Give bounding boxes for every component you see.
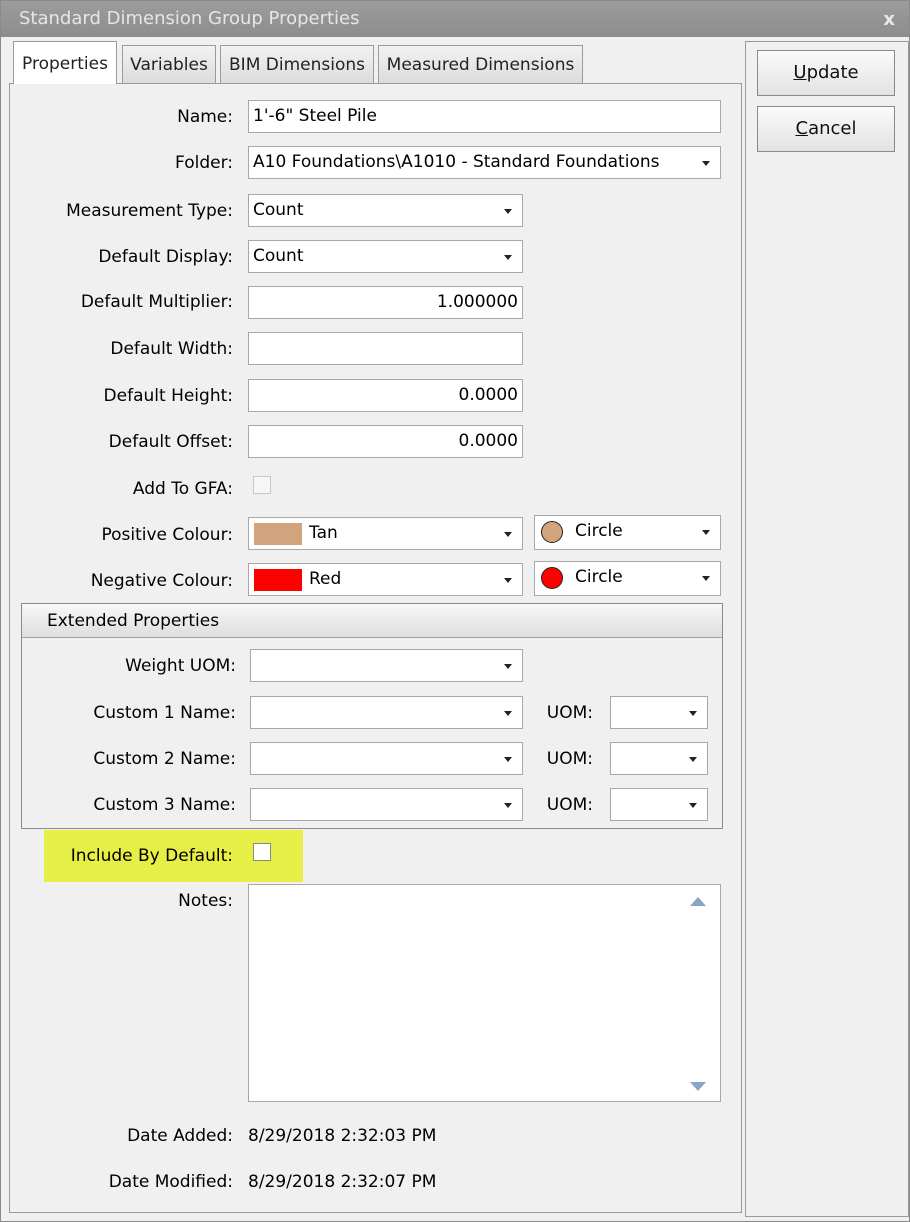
default-width-label: Default Width: (110, 339, 233, 359)
tab-label: Variables (130, 55, 208, 75)
custom-2-name-label: Custom 2 Name: (93, 749, 236, 769)
circle-icon (541, 521, 563, 543)
positive-shape-select[interactable]: Circle (534, 515, 721, 550)
folder-value: A10 Foundations\A1010 - Standard Foundat… (253, 152, 660, 172)
negative-shape-value: Circle (575, 567, 623, 587)
tab-bim-dimensions[interactable]: BIM Dimensions (220, 45, 374, 83)
default-display-value: Count (253, 246, 304, 266)
include-by-default-label: Include By Default: (70, 846, 233, 866)
folder-select[interactable]: A10 Foundations\A1010 - Standard Foundat… (248, 146, 721, 179)
measurement-type-select[interactable]: Count (248, 194, 523, 227)
measurement-type-label: Measurement Type: (66, 201, 233, 221)
custom-3-name-label: Custom 3 Name: (93, 795, 236, 815)
cancel-button[interactable]: Cancel (757, 106, 895, 152)
default-width-input[interactable] (248, 332, 523, 365)
cancel-mnemonic: C (795, 118, 809, 139)
positive-colour-label: Positive Colour: (101, 525, 233, 545)
weight-uom-label: Weight UOM: (125, 656, 236, 676)
notes-label: Notes: (178, 891, 233, 911)
custom-3-uom-label: UOM: (546, 795, 593, 815)
date-modified-value: 8/29/2018 2:32:07 PM (248, 1172, 437, 1192)
default-height-label: Default Height: (103, 386, 233, 406)
circle-icon (541, 567, 563, 589)
custom-3-name-select[interactable] (250, 788, 523, 821)
tab-label: BIM Dimensions (229, 55, 365, 75)
weight-uom-select[interactable] (250, 649, 523, 682)
date-added-value: 8/29/2018 2:32:03 PM (248, 1126, 437, 1146)
date-modified-label: Date Modified: (108, 1172, 233, 1192)
custom-3-uom-select[interactable] (610, 788, 708, 821)
title-bar: Standard Dimension Group Properties x (1, 1, 909, 37)
dialog-window: Standard Dimension Group Properties x Pr… (0, 0, 910, 1222)
cancel-label: ancel (808, 118, 857, 139)
default-display-label: Default Display: (98, 247, 233, 267)
negative-colour-label: Negative Colour: (90, 571, 233, 591)
positive-colour-value: Tan (309, 523, 338, 543)
default-offset-label: Default Offset: (108, 432, 233, 452)
negative-colour-select[interactable]: Red (248, 563, 523, 596)
add-to-gfa-label: Add To GFA: (132, 479, 233, 499)
default-multiplier-label: Default Multiplier: (80, 292, 233, 312)
measurement-type-value: Count (253, 200, 304, 220)
default-display-select[interactable]: Count (248, 240, 523, 273)
red-swatch (254, 569, 302, 591)
default-offset-input[interactable]: 0.0000 (248, 425, 523, 458)
update-button[interactable]: Update (757, 50, 895, 96)
positive-colour-select[interactable]: Tan (248, 517, 523, 550)
update-label: pdate (806, 62, 859, 83)
positive-shape-value: Circle (575, 521, 623, 541)
window-title: Standard Dimension Group Properties (19, 8, 360, 29)
negative-colour-value: Red (309, 569, 342, 589)
button-panel: Update Cancel (745, 41, 909, 1217)
tab-measured-dimensions[interactable]: Measured Dimensions (378, 45, 583, 83)
custom-1-name-select[interactable] (250, 696, 523, 729)
tab-label: Measured Dimensions (386, 55, 575, 75)
name-input[interactable]: 1'-6" Steel Pile (248, 100, 721, 133)
close-icon[interactable]: x (883, 1, 895, 39)
update-mnemonic: U (793, 62, 807, 83)
custom-1-uom-label: UOM: (546, 703, 593, 723)
tan-swatch (254, 523, 302, 545)
name-label: Name: (177, 107, 233, 127)
custom-1-name-label: Custom 1 Name: (93, 703, 236, 723)
custom-2-uom-select[interactable] (610, 742, 708, 775)
custom-2-name-select[interactable] (250, 742, 523, 775)
notes-textarea[interactable] (248, 884, 721, 1102)
tab-variables[interactable]: Variables (122, 45, 216, 83)
folder-label: Folder: (175, 153, 233, 173)
tab-properties[interactable]: Properties (13, 41, 117, 84)
date-added-label: Date Added: (127, 1126, 233, 1146)
scroll-up-icon[interactable] (690, 897, 706, 906)
custom-2-uom-label: UOM: (546, 749, 593, 769)
default-height-input[interactable]: 0.0000 (248, 379, 523, 412)
add-to-gfa-checkbox[interactable] (253, 476, 271, 494)
negative-shape-select[interactable]: Circle (534, 561, 721, 596)
default-multiplier-input[interactable]: 1.000000 (248, 286, 523, 319)
scroll-down-icon[interactable] (690, 1082, 706, 1091)
extended-properties-header[interactable]: Extended Properties (22, 604, 722, 638)
tab-label: Properties (22, 54, 108, 74)
include-by-default-checkbox[interactable] (253, 843, 271, 861)
custom-1-uom-select[interactable] (610, 696, 708, 729)
